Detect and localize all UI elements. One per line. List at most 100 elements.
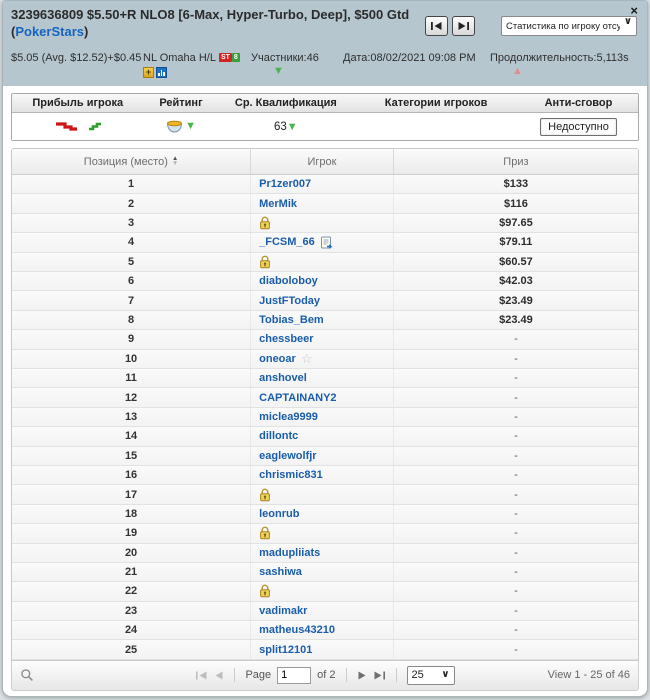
anti-collusion-unavailable-button[interactable]: Недоступно xyxy=(540,117,617,136)
page-label: Page xyxy=(245,669,272,682)
player-link[interactable]: _FCSM_66 xyxy=(259,236,315,248)
last-page-button[interactable] xyxy=(373,671,386,680)
player-cell: chrismic831 xyxy=(251,465,394,485)
tournament-results-panel: × 3239636809 $5.50+R NLO8 [6-Max, Hyper-… xyxy=(2,0,648,697)
player-link[interactable]: Pr1zer007 xyxy=(259,178,311,190)
table-row: 23 vadimakr - xyxy=(12,601,638,622)
anti-collusion-header: Анти-сговор xyxy=(544,97,613,110)
player-link[interactable]: MerMik xyxy=(259,198,297,210)
buyin-info: $5.05 (Avg. $12.52)+$0.45 xyxy=(11,51,142,64)
player-link[interactable]: chrismic831 xyxy=(259,469,323,481)
profit-header: Прибыль игрока xyxy=(32,97,124,110)
player-link[interactable]: JustFToday xyxy=(259,295,320,307)
first-arrow-icon xyxy=(431,22,442,30)
prize-cell: - xyxy=(514,585,518,598)
table-row: 18 leonrub - xyxy=(12,504,638,525)
lock-icon[interactable] xyxy=(259,255,271,269)
summary-header-row: Прибыль игрока Рейтинг Ср. Квалификация … xyxy=(12,94,638,114)
player-cell: _FCSM_66 xyxy=(251,233,394,252)
prize-cell: - xyxy=(514,566,518,579)
player-link[interactable]: leonrub xyxy=(259,508,299,520)
duration-label: Продолжительность:5,113s xyxy=(490,51,629,64)
table-row: 22 - xyxy=(12,582,638,602)
player-link[interactable]: dillontc xyxy=(259,430,298,442)
player-column-header[interactable]: Игрок xyxy=(251,149,394,175)
player-link[interactable]: oneoar xyxy=(259,353,296,365)
table-row: 9 chessbeer - xyxy=(12,330,638,350)
title-row: 3239636809 $5.50+R NLO8 [6-Max, Hyper-Tu… xyxy=(11,7,639,41)
lock-icon[interactable] xyxy=(259,584,271,598)
tournament-nav-buttons xyxy=(425,16,475,36)
player-link[interactable]: anshovel xyxy=(259,372,307,384)
player-stats-dropdown[interactable]: Статистика по игроку отсутствует xyxy=(501,16,637,36)
date-info: Дата:08/02/2021 09:08 PM xyxy=(343,51,476,64)
player-cell xyxy=(251,524,394,543)
position-cell: 25 xyxy=(12,640,252,659)
table-row: 1 Pr1zer007 $133 xyxy=(12,175,638,195)
table-row: 17 - xyxy=(12,485,638,505)
lock-icon[interactable] xyxy=(259,526,271,540)
player-cell: anshovel xyxy=(251,368,394,388)
lock-icon[interactable] xyxy=(259,216,271,230)
player-cell: matheus43210 xyxy=(251,621,394,640)
player-cell: miclea9999 xyxy=(251,407,394,427)
position-cell: 14 xyxy=(12,427,252,446)
previous-tournament-button[interactable] xyxy=(425,16,448,36)
prize-cell: - xyxy=(514,546,518,559)
position-cell: 13 xyxy=(12,407,252,427)
table-row: 25 split12101 - xyxy=(12,640,638,660)
lock-icon[interactable] xyxy=(259,488,271,502)
header-band: × 3239636809 $5.50+R NLO8 [6-Max, Hyper-… xyxy=(3,1,647,87)
prize-cell: $23.49 xyxy=(499,294,533,307)
player-link[interactable]: CAPTAINANY2 xyxy=(259,392,336,404)
player-link[interactable]: eaglewolfjr xyxy=(259,450,316,462)
pager-separator xyxy=(395,668,397,683)
player-link[interactable]: miclea9999 xyxy=(259,411,318,423)
player-link[interactable]: vadimakr xyxy=(259,605,307,617)
page-number-input[interactable] xyxy=(277,666,312,684)
position-column-header[interactable]: Позиция (место) ▲ ▼ xyxy=(12,149,252,175)
table-row: 3 $97.65 xyxy=(12,213,638,234)
prize-cell: - xyxy=(514,488,518,501)
prize-cell: - xyxy=(514,430,518,443)
prize-column-header[interactable]: Приз xyxy=(394,149,638,174)
player-cell: CAPTAINANY2 xyxy=(251,388,394,407)
prev-page-button[interactable] xyxy=(214,671,224,680)
player-link[interactable]: sashiwa xyxy=(259,566,302,578)
position-cell: 19 xyxy=(12,524,252,543)
rating-bowl-icon xyxy=(167,120,183,133)
position-cell: 18 xyxy=(12,504,252,524)
player-link[interactable]: chessbeer xyxy=(259,333,313,345)
position-cell: 21 xyxy=(12,562,252,582)
prize-cell: $97.65 xyxy=(499,217,533,230)
player-link[interactable]: matheus43210 xyxy=(259,624,335,636)
st-badge: ST xyxy=(218,53,232,63)
next-tournament-button[interactable] xyxy=(452,16,475,36)
player-cell: chessbeer xyxy=(251,330,394,349)
pokerstars-link[interactable]: PokerStars xyxy=(15,24,84,39)
player-cell: diaboloboy xyxy=(251,272,394,291)
favorite-star-icon[interactable]: ☆ xyxy=(301,352,313,365)
sort-icon[interactable]: ▲ ▼ xyxy=(172,156,178,166)
player-link[interactable]: madupliiats xyxy=(259,547,320,559)
qualification-header: Ср. Квалификация xyxy=(234,97,337,110)
player-cell: vadimakr xyxy=(251,601,394,621)
player-link[interactable]: Tobias_Bem xyxy=(259,314,324,326)
first-page-button[interactable] xyxy=(195,671,208,680)
notes-icon[interactable] xyxy=(320,236,334,249)
next-page-button[interactable] xyxy=(357,671,367,680)
prize-cell: - xyxy=(514,410,518,423)
page-of-label: of 2 xyxy=(317,669,336,682)
profit-trend-down-icon xyxy=(55,122,77,131)
player-cell: oneoar ☆ xyxy=(251,349,394,368)
position-cell: 1 xyxy=(12,175,252,194)
prize-cell: - xyxy=(514,604,518,617)
game-info: NL Omaha H/L ST 8 + xyxy=(143,51,251,79)
player-link[interactable]: split12101 xyxy=(259,644,312,656)
player-link[interactable]: diaboloboy xyxy=(259,275,318,287)
pager-controls: Page of 2 25 ∨ xyxy=(180,665,470,685)
game-badges: ST 8 xyxy=(218,53,240,63)
search-icon[interactable] xyxy=(20,668,34,682)
page-size-dropdown[interactable]: 25 xyxy=(406,665,455,685)
table-row: 7 JustFToday $23.49 xyxy=(12,291,638,311)
